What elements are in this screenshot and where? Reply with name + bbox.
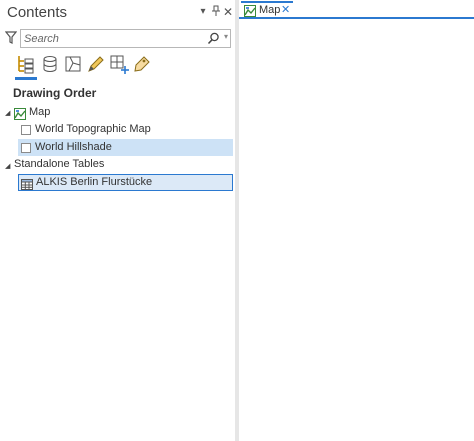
layer-visibility-checkbox[interactable]	[21, 125, 31, 135]
search-input[interactable]	[24, 31, 194, 46]
contents-pane: Contents ▾ ✕ ▾	[0, 0, 235, 441]
tab-map[interactable]: Map ✕	[241, 1, 293, 18]
collapse-standalone-tables-icon[interactable]: ◢	[5, 162, 10, 170]
table-icon	[21, 177, 33, 190]
layer-visibility-checkbox[interactable]	[21, 143, 31, 153]
tab-map-label: Map	[259, 4, 281, 16]
list-by-selection-icon[interactable]	[62, 53, 84, 75]
map-icon	[244, 4, 256, 17]
filter-icon[interactable]	[4, 31, 18, 45]
layer-world-topographic-map[interactable]: World Topographic Map	[35, 121, 151, 138]
drawing-order-heading: Drawing Order	[13, 86, 97, 100]
list-by-drawing-order-icon[interactable]	[15, 53, 37, 75]
pin-icon[interactable]	[210, 5, 222, 19]
layer-world-hillshade[interactable]: World Hillshade	[35, 139, 112, 156]
active-tool-indicator	[15, 77, 37, 80]
list-by-data-source-icon[interactable]	[39, 53, 61, 75]
table-alkis-berlin[interactable]: ALKIS Berlin Flurstücke	[36, 174, 152, 191]
search-box[interactable]: ▾	[20, 29, 231, 48]
pane-header: Contents ▾ ✕	[0, 0, 235, 26]
search-options-chevron-icon[interactable]: ▾	[224, 32, 228, 41]
map-icon	[14, 107, 26, 120]
search-icon[interactable]	[207, 32, 220, 45]
collapse-map-icon[interactable]: ◢	[5, 109, 10, 117]
pane-options-chevron-icon[interactable]: ▾	[197, 5, 209, 19]
list-by-editing-icon[interactable]	[85, 53, 107, 75]
pane-title: Contents	[7, 4, 68, 21]
close-pane-icon[interactable]: ✕	[222, 5, 234, 19]
close-tab-icon[interactable]: ✕	[281, 3, 290, 17]
map-node-label[interactable]: Map	[29, 104, 50, 121]
contents-toolbar	[0, 50, 235, 80]
map-view[interactable]	[239, 19, 474, 441]
standalone-tables-heading[interactable]: Standalone Tables	[14, 156, 104, 173]
list-by-snapping-icon[interactable]	[108, 53, 130, 75]
list-by-labeling-icon[interactable]	[131, 53, 153, 75]
